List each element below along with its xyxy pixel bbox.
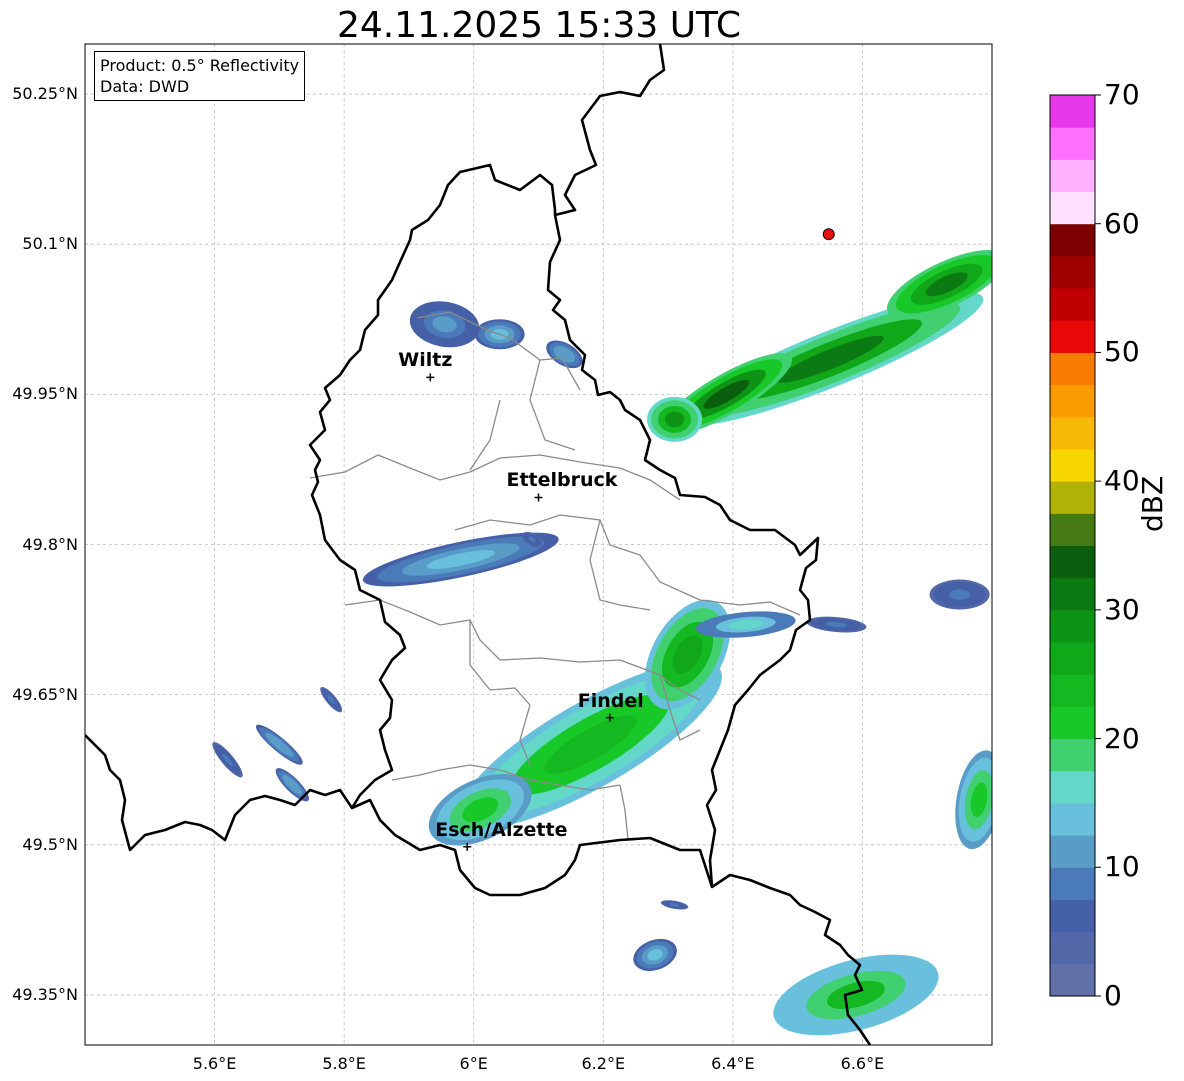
product-info-box: Product: 0.5° Reflectivity Data: DWD [94,51,306,101]
city-marker [426,373,435,382]
colorbar-segment [1050,159,1095,193]
radar-map [84,43,1101,1046]
radar-site-marker [822,228,835,241]
lon-tick-label: 6.6°E [840,1054,885,1073]
colorbar-segment [1050,255,1095,289]
lat-tick-label: 49.8°N [22,534,78,554]
precip-cell [320,686,343,713]
colorbar-segment [1050,481,1095,514]
precip-cell [409,301,480,348]
city-marker [534,493,543,502]
colorbar-segment [1050,448,1095,482]
lat-tick-label: 49.35°N [12,984,78,1004]
precip-cell [773,954,939,1036]
lon-tick-label: 6.2°E [581,1054,626,1073]
colorbar-segment [1050,95,1095,128]
lon-tick-label: 6.4°E [711,1054,755,1073]
precip-cell [546,340,583,369]
city-label: Wiltz [398,349,453,372]
precipitation-layer [212,250,992,1036]
lat-tick-label: 49.5°N [22,834,78,854]
colorbar-segment [1050,223,1095,257]
colorbar-segment [1050,513,1095,546]
colorbar-segment [1050,577,1095,611]
colorbar-tick-label: 60 [1104,206,1140,240]
colorbar-segment [1050,384,1095,418]
colorbar-segment [1050,416,1095,450]
city-label: Ettelbruck [506,469,618,492]
precip-cell [955,750,992,850]
colorbar-segment [1050,320,1095,353]
precip-cell [660,900,689,910]
colorbar-tick-label: 0 [1104,979,1122,1012]
colorbar-tick-label: 10 [1104,850,1140,884]
lon-tick-label: 5.8°E [322,1054,366,1073]
colorbar-tick-label: 50 [1104,335,1140,369]
colorbar-segment [1050,706,1095,740]
colorbar-segment [1050,931,1095,965]
colorbar-label: dBZ [1136,475,1169,532]
precip-cell [647,396,703,442]
city-label: Findel [577,689,644,712]
colorbar-segment [1050,191,1095,225]
colorbar-segment [1050,127,1095,160]
colorbar-segment [1050,899,1095,933]
colorbar-segment [1050,545,1095,579]
colorbar-segment [1050,674,1095,707]
lat-tick-label: 50.25°N [12,84,78,104]
city-label: Esch/Alzette [435,818,568,841]
colorbar-segment [1050,963,1095,997]
lat-tick-label: 50.1°N [22,234,78,254]
colorbar-tick-label: 40 [1104,464,1140,498]
colorbar-segment [1050,770,1095,804]
precip-cell [255,724,303,765]
precip-band [949,589,971,600]
colorbar-segment [1050,738,1095,772]
colorbar-segment [1050,867,1095,900]
precip-cell [633,938,677,971]
lat-tick-label: 49.95°N [12,384,78,404]
lon-tick-label: 5.6°E [192,1054,237,1073]
colorbar-segment [1050,802,1095,836]
lon-tick-label: 6°E [459,1054,488,1073]
colorbar-segment [1050,352,1095,386]
colorbar-segment [1050,288,1095,321]
precip-band [664,411,685,428]
precip-cell [929,579,990,610]
lat-tick-label: 49.65°N [12,684,78,704]
colorbar-tick-label: 20 [1104,721,1140,755]
colorbar [1049,94,1101,997]
colorbar-tick-label: 70 [1104,78,1140,111]
colorbar-tick-label: 30 [1104,592,1140,626]
data-source-label: Data: DWD [100,77,190,96]
colorbar-segment [1050,642,1095,675]
precip-cell [806,616,867,633]
colorbar-segment [1050,835,1095,868]
colorbar-segment [1050,609,1095,643]
product-label: Product: 0.5° Reflectivity [100,56,300,75]
